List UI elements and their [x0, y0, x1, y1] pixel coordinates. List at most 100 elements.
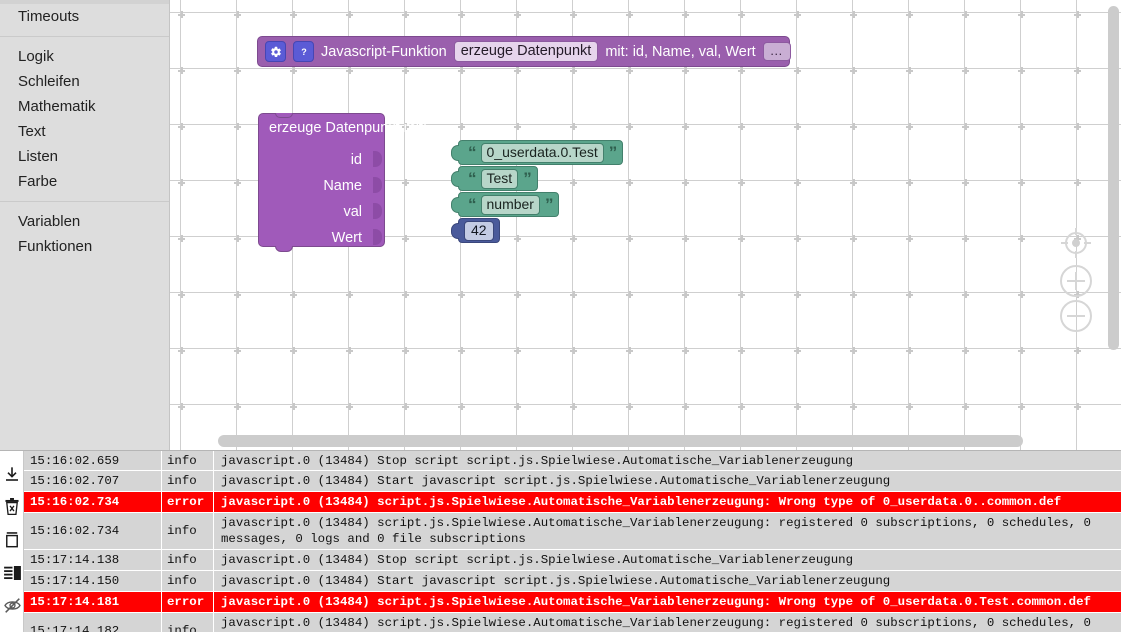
- log-level-icon[interactable]: [0, 556, 24, 589]
- log-message: javascript.0 (13484) script.js.Spielwies…: [221, 516, 1099, 546]
- grid-mark: [178, 179, 185, 186]
- grid-mark: [682, 403, 689, 410]
- log-level: info: [162, 550, 214, 570]
- vertical-scrollbar-thumb[interactable]: [1108, 6, 1119, 350]
- sidebar-item-logik[interactable]: Logik: [0, 44, 169, 69]
- grid-mark: [402, 235, 409, 242]
- grid-mark: [1018, 179, 1025, 186]
- grid-mark: [850, 291, 857, 298]
- toolbox-separator-2: [0, 201, 169, 202]
- log-level: info: [162, 471, 214, 491]
- function-mutator-button[interactable]: …: [762, 42, 791, 61]
- grid-mark: [626, 11, 633, 18]
- table-row[interactable]: 15:16:02.707 info javascript.0 (13484) S…: [24, 471, 1121, 492]
- grid-mark: [290, 347, 297, 354]
- sidebar-item-schleifen[interactable]: Schleifen: [0, 69, 169, 94]
- sidebar-item-listen[interactable]: Listen: [0, 144, 169, 169]
- table-row[interactable]: 15:17:14.138 info javascript.0 (13484) S…: [24, 550, 1121, 571]
- grid-mark: [458, 403, 465, 410]
- log-panel: 15:16:02.659 info javascript.0 (13484) S…: [0, 450, 1121, 632]
- grid-mark: [962, 403, 969, 410]
- center-workspace-icon[interactable]: [1059, 226, 1093, 260]
- string-block-id[interactable]: “ 0_userdata.0.Test ”: [450, 140, 624, 165]
- string-value-id[interactable]: 0_userdata.0.Test: [480, 142, 604, 163]
- grid-mark: [850, 179, 857, 186]
- grid-mark: [570, 67, 577, 74]
- grid-mark: [346, 291, 353, 298]
- grid-mark: [458, 347, 465, 354]
- block-notch-top: [275, 113, 293, 118]
- function-call-block[interactable]: erzeuge Datenpunkt mit: id Name val Wert: [258, 113, 427, 252]
- toolbox-separator-1: [0, 36, 169, 37]
- grid-mark: [794, 11, 801, 18]
- log-level: info: [162, 513, 214, 549]
- grid-mark: [794, 123, 801, 130]
- arg-label-wert: Wert: [331, 230, 362, 246]
- javascript-function-definition-block[interactable]: ? Javascript-Funktion erzeuge Datenpunkt…: [257, 36, 791, 67]
- grid-mark: [626, 123, 633, 130]
- copy-log-icon[interactable]: [0, 523, 24, 556]
- string-block-val[interactable]: “ number ”: [450, 192, 560, 217]
- arg-plug-wert: [373, 229, 382, 245]
- sidebar-item-farbe[interactable]: Farbe: [0, 169, 169, 194]
- grid-mark: [514, 347, 521, 354]
- clear-log-icon[interactable]: [0, 490, 24, 523]
- blockly-workspace-canvas[interactable]: ? Javascript-Funktion erzeuge Datenpunkt…: [170, 0, 1121, 450]
- toolbox-group-variables: Variablen Funktionen: [0, 209, 169, 259]
- block-notch-bottom: [275, 246, 293, 252]
- grid-mark: [178, 291, 185, 298]
- log-level: error: [162, 592, 214, 612]
- table-row[interactable]: 15:16:02.659 info javascript.0 (13484) S…: [24, 451, 1121, 471]
- function-name-field[interactable]: erzeuge Datenpunkt: [453, 41, 599, 62]
- grid-mark: [290, 291, 297, 298]
- grid-mark: [794, 403, 801, 410]
- log-message: javascript.0 (13484) script.js.Spielwies…: [221, 595, 1091, 609]
- number-block-wert[interactable]: 42: [451, 218, 500, 243]
- zoom-out-icon[interactable]: [1059, 299, 1093, 333]
- string-value-name[interactable]: Test: [480, 168, 519, 189]
- close-quote-icon: ”: [523, 168, 531, 188]
- hide-log-icon[interactable]: [0, 589, 24, 622]
- string-block-name[interactable]: “ Test ”: [451, 166, 538, 191]
- sidebar-item-mathematik[interactable]: Mathematik: [0, 94, 169, 119]
- table-row[interactable]: 15:17:14.181 error javascript.0 (13484) …: [24, 592, 1121, 613]
- table-row[interactable]: 15:17:14.182 info javascript.0 (13484) s…: [24, 613, 1121, 632]
- sidebar-item-funktionen[interactable]: Funktionen: [0, 234, 169, 259]
- zoom-in-icon[interactable]: [1059, 264, 1093, 298]
- log-level: info: [162, 451, 214, 470]
- table-row[interactable]: 15:16:02.734 info javascript.0 (13484) s…: [24, 513, 1121, 550]
- close-quote-icon: ”: [544, 194, 553, 214]
- grid-mark: [570, 235, 577, 242]
- grid-mark: [514, 67, 521, 74]
- blockly-toolbox[interactable]: Timeouts Logik Schleifen Mathematik Text…: [0, 0, 170, 450]
- string-value-val[interactable]: number: [480, 194, 540, 215]
- log-table[interactable]: 15:16:02.659 info javascript.0 (13484) S…: [24, 451, 1121, 632]
- sidebar-item-text[interactable]: Text: [0, 119, 169, 144]
- grid-mark: [514, 123, 521, 130]
- grid-mark: [626, 403, 633, 410]
- grid-mark: [682, 11, 689, 18]
- sidebar-item-variablen[interactable]: Variablen: [0, 209, 169, 234]
- horizontal-scrollbar-thumb[interactable]: [218, 435, 1023, 447]
- toolbox-group-core: Logik Schleifen Mathematik Text Listen F…: [0, 44, 169, 194]
- log-timestamp: 15:17:14.138: [24, 550, 162, 570]
- grid-mark: [514, 291, 521, 298]
- grid-mark: [626, 179, 633, 186]
- gear-icon[interactable]: [265, 41, 286, 62]
- download-log-icon[interactable]: [0, 457, 24, 490]
- open-quote-icon: “: [468, 142, 476, 162]
- number-value-wert[interactable]: 42: [464, 220, 494, 241]
- grid-mark: [794, 347, 801, 354]
- grid-mark: [1018, 403, 1025, 410]
- grid-mark: [962, 235, 969, 242]
- grid-mark: [682, 123, 689, 130]
- table-row[interactable]: 15:17:14.150 info javascript.0 (13484) S…: [24, 571, 1121, 592]
- help-icon[interactable]: ?: [293, 41, 314, 62]
- sidebar-item-timeouts[interactable]: Timeouts: [0, 4, 169, 29]
- log-timestamp: 15:16:02.734: [24, 513, 162, 549]
- grid-mark: [402, 347, 409, 354]
- grid-mark: [290, 67, 297, 74]
- function-params-label: mit: id, Name, val, Wert: [605, 43, 756, 60]
- arg-label-name: Name: [323, 178, 362, 194]
- table-row[interactable]: 15:16:02.734 error javascript.0 (13484) …: [24, 492, 1121, 513]
